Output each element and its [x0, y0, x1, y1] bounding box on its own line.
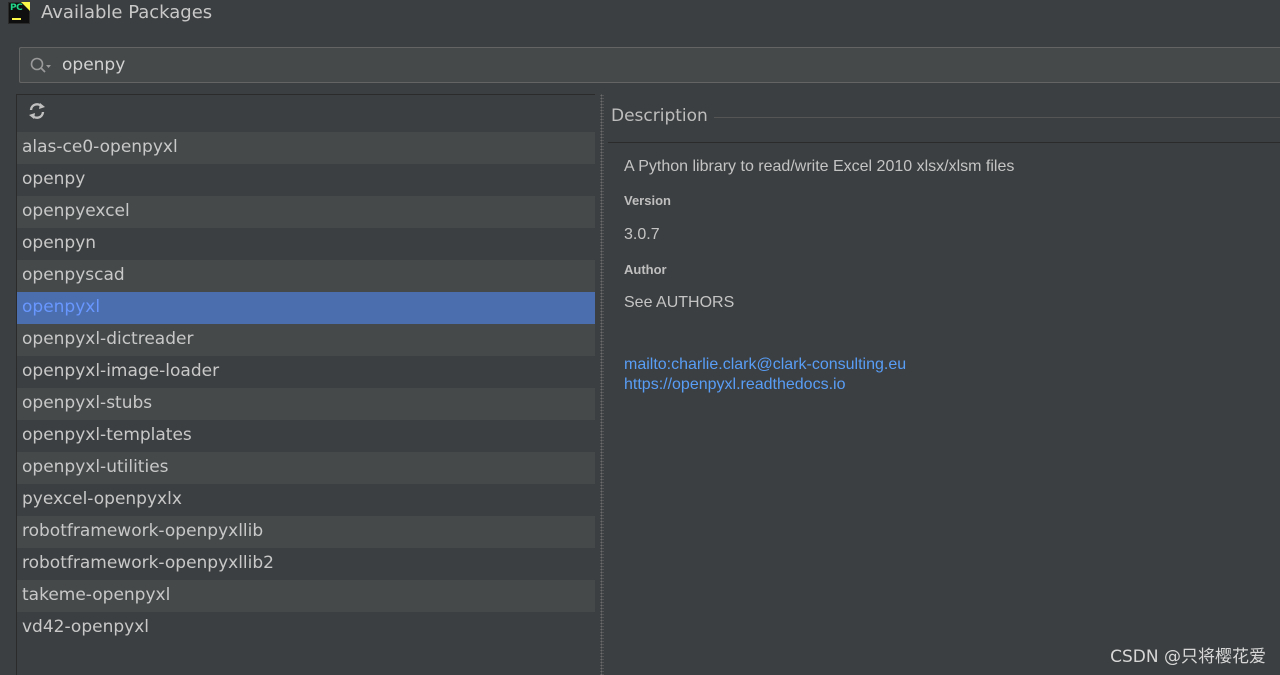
package-item[interactable]: alas-ce0-openpyxl: [17, 132, 595, 164]
package-item[interactable]: pyexcel-openpyxlx: [17, 484, 595, 516]
package-summary: A Python library to read/write Excel 201…: [624, 158, 1015, 175]
package-item[interactable]: openpyexcel: [17, 196, 595, 228]
version-value: 3.0.7: [624, 226, 660, 243]
version-label: Version: [624, 193, 671, 208]
author-label: Author: [624, 262, 667, 277]
search-input[interactable]: [62, 52, 1262, 78]
package-item[interactable]: openpyxl-utilities: [17, 452, 595, 484]
package-item[interactable]: openpyxl-templates: [17, 420, 595, 452]
app-icon-text: PC: [10, 3, 23, 13]
search-box[interactable]: [19, 47, 1280, 83]
pycharm-icon: PC: [8, 2, 30, 24]
description-body: A Python library to read/write Excel 201…: [608, 142, 1280, 675]
search-icon[interactable]: [29, 56, 53, 76]
watermark: CSDN @只将樱花爱: [1110, 647, 1266, 667]
package-item[interactable]: openpyscad: [17, 260, 595, 292]
package-item[interactable]: takeme-openpyxl: [17, 580, 595, 612]
package-item[interactable]: robotframework-openpyxllib2: [17, 548, 595, 580]
package-list: alas-ce0-openpyxl openpy openpyexcel openpy…: [17, 132, 595, 644]
package-item[interactable]: openpy: [17, 164, 595, 196]
package-list-panel: alas-ce0-openpyxl openpy openpyexcel openpy…: [16, 94, 595, 675]
header-divider: [714, 117, 1280, 118]
refresh-button[interactable]: [25, 101, 49, 125]
package-item[interactable]: openpyxl-stubs: [17, 388, 595, 420]
description-panel: Description A Python library to read/wri…: [608, 94, 1280, 675]
docs-homepage-link[interactable]: https://openpyxl.readthedocs.io: [624, 376, 845, 394]
title-bar: PC Available Packages: [0, 0, 1280, 30]
author-email-link[interactable]: mailto:charlie.clark@clark-consulting.eu: [624, 356, 906, 374]
package-item[interactable]: openpyxl-dictreader: [17, 324, 595, 356]
package-item[interactable]: openpyn: [17, 228, 595, 260]
panel-splitter[interactable]: [595, 94, 608, 675]
package-item[interactable]: vd42-openpyxl: [17, 612, 595, 644]
package-item[interactable]: openpyxl: [17, 292, 595, 324]
package-item[interactable]: robotframework-openpyxllib: [17, 516, 595, 548]
refresh-icon: [27, 101, 47, 125]
window-title: Available Packages: [41, 2, 213, 23]
package-item[interactable]: openpyxl-image-loader: [17, 356, 595, 388]
author-value: See AUTHORS: [624, 294, 735, 311]
description-header: Description: [611, 106, 708, 126]
